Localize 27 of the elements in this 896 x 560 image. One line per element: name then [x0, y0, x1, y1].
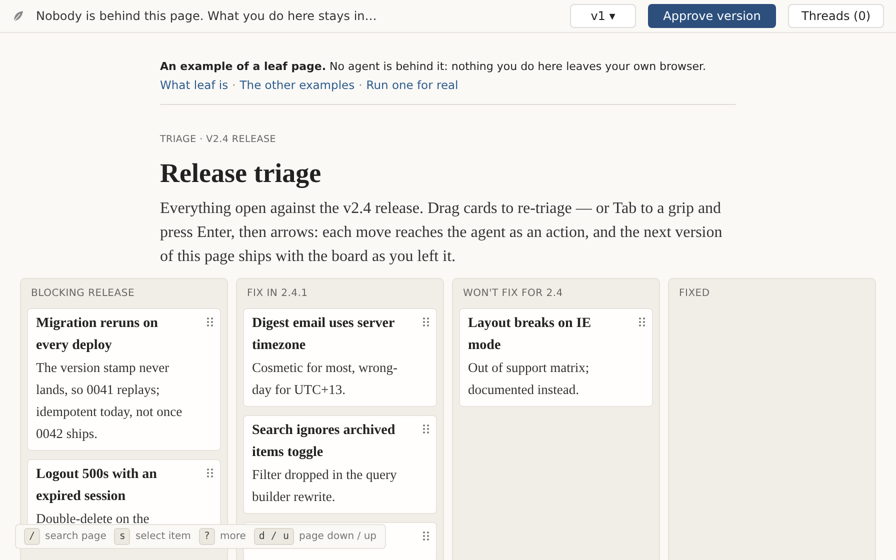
- separator-dot: ·: [231, 77, 237, 94]
- card-description: The version stamp never lands, so 0041 replays; idempotent today, not once 0042 ships.: [36, 359, 184, 444]
- shortcut-label: page down / up: [298, 530, 377, 544]
- separator-dot: ·: [358, 77, 364, 94]
- card-title: Logout 500s with an expired session: [36, 466, 158, 506]
- card-description: Cosmetic for most, wrong-day for UTC+13.: [252, 359, 398, 400]
- eyebrow-label: TRIAGE · V2.4 RELEASE: [160, 133, 278, 147]
- card-title: Digest email uses server timezone: [252, 315, 396, 356]
- shortcut-key: s: [114, 528, 130, 545]
- column-title: BLOCKING RELEASE: [30, 287, 136, 302]
- column-title: WON'T FIX FOR 2.4: [462, 287, 564, 302]
- card-description: Double-delete on the: [36, 510, 150, 528]
- shortcut-key: ?: [198, 528, 215, 545]
- column-title: FIX IN 2.4.1: [246, 287, 309, 302]
- card-title: Search ignores archived items toggle: [252, 422, 396, 462]
- shortcut-key: d / u: [254, 528, 294, 545]
- description-text: Everything open against the v2.4 release. Drag cards to re-triage — or Tab to a grip and press Enter, then arrows: each move reaches the agent as an action, and the next version of this page ships with the board as you left it.: [160, 199, 724, 268]
- card-description: Filter dropped in the query builder rewrite.: [252, 466, 398, 506]
- column-title: FIXED: [678, 287, 711, 302]
- notice-text: Nobody is behind this page. What you do here stays in…: [36, 8, 377, 25]
- shortcut-label: more: [220, 530, 246, 544]
- card-description: Out of support matrix; documented instead.: [468, 359, 590, 400]
- shortcut-key: /: [24, 528, 40, 545]
- intro-text: An example of a leaf page. No agent is behind it: nothing you do here leaves your own browser.: [160, 59, 708, 75]
- page-title: Release triage: [160, 157, 322, 190]
- card-title: Migration reruns on every deploy: [36, 315, 159, 356]
- card-title: Layout breaks on IE mode: [468, 315, 592, 356]
